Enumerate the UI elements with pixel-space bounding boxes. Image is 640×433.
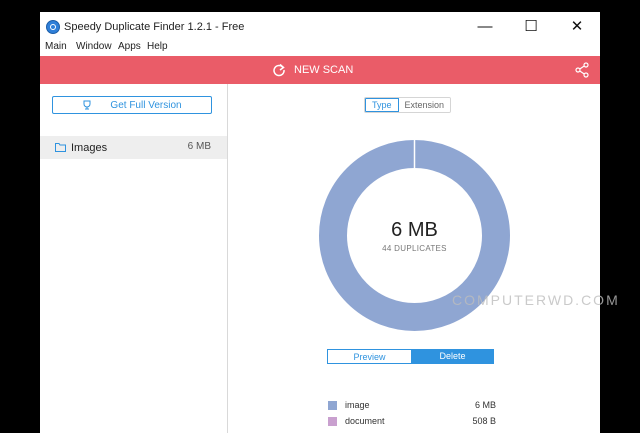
- legend-value-image: 6 MB: [474, 400, 496, 410]
- legend: image 6 MB document 508 B: [328, 398, 496, 430]
- tab-type[interactable]: Type: [365, 98, 399, 112]
- menu-window[interactable]: Window: [76, 41, 112, 52]
- app-window: Speedy Duplicate Finder 1.2.1 - Free — ☐…: [40, 12, 600, 433]
- main-pane: Type Extension 6 MB 44 DUPLICATES Previe…: [228, 84, 600, 433]
- tab-extension[interactable]: Extension: [398, 98, 451, 112]
- window-title: Speedy Duplicate Finder 1.2.1 - Free: [64, 21, 245, 33]
- refresh-icon: [273, 63, 285, 77]
- trophy-icon: [83, 100, 91, 110]
- app-icon: [46, 20, 60, 34]
- menu-help[interactable]: Help: [147, 41, 168, 52]
- delete-button[interactable]: Delete: [411, 349, 494, 364]
- folder-row[interactable]: Images 6 MB: [40, 136, 227, 159]
- sidebar: Get Full Version Images 6 MB: [40, 84, 228, 433]
- view-toggle: Type Extension: [364, 97, 452, 113]
- document-color-swatch: [328, 417, 337, 426]
- image-color-swatch: [328, 401, 337, 410]
- maximize-button[interactable]: ☐: [508, 12, 554, 42]
- title-bar: Speedy Duplicate Finder 1.2.1 - Free — ☐…: [40, 12, 600, 42]
- action-buttons: Preview Delete: [327, 349, 494, 364]
- total-size: 6 MB: [391, 218, 438, 241]
- close-button[interactable]: ✕: [554, 12, 600, 42]
- legend-label-document: document: [345, 416, 385, 426]
- menu-main[interactable]: Main: [45, 41, 67, 52]
- folder-name: Images: [71, 142, 108, 154]
- preview-button[interactable]: Preview: [327, 349, 411, 364]
- folder-size: 6 MB: [187, 141, 211, 152]
- new-scan-label: NEW SCAN: [294, 64, 354, 76]
- watermark: COMPUTERWD.COM: [452, 292, 620, 308]
- new-scan-button[interactable]: NEW SCAN: [272, 62, 353, 78]
- menu-bar: Main Window Apps Help: [40, 41, 600, 56]
- toolbar: NEW SCAN: [40, 56, 600, 84]
- get-full-version-button[interactable]: Get Full Version: [52, 96, 212, 114]
- legend-value-document: 508 B: [472, 416, 496, 426]
- menu-apps[interactable]: Apps: [118, 41, 141, 52]
- folder-icon: [55, 143, 66, 152]
- full-version-label: Get Full Version: [110, 99, 182, 111]
- duplicate-count: 44 DUPLICATES: [382, 243, 447, 253]
- legend-item-document: document 508 B: [328, 414, 496, 430]
- legend-label-image: image: [345, 400, 370, 410]
- share-icon[interactable]: [574, 62, 590, 78]
- legend-item-image: image 6 MB: [328, 398, 496, 414]
- minimize-button[interactable]: —: [462, 12, 508, 42]
